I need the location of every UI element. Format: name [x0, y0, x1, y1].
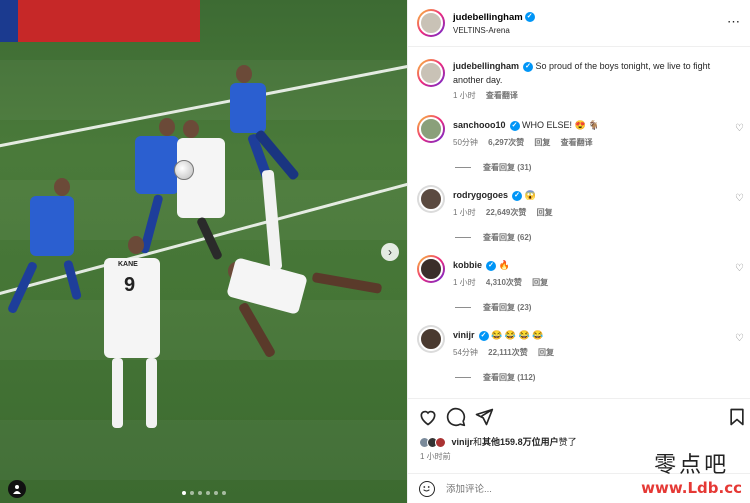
comment-username[interactable]: kobbie: [453, 260, 482, 270]
comment-text: kobbie ✓ 🔥: [453, 258, 728, 272]
view-replies-button[interactable]: 查看回复 (23): [455, 302, 531, 313]
view-replies-label[interactable]: 查看回复 (112): [483, 373, 535, 382]
heart-icon[interactable]: ♡: [735, 334, 745, 344]
emoji-icon[interactable]: [419, 481, 435, 497]
post-photo[interactable]: 9 KANE ›: [0, 0, 407, 503]
translate-link[interactable]: 查看翻译: [561, 138, 593, 147]
verified-icon: ✓: [523, 61, 534, 72]
watermark-line2: www.Ldb.cc: [641, 479, 742, 497]
watermark-line1: 零点吧: [654, 453, 730, 478]
carousel-dot: [222, 491, 226, 495]
comment-meta: 50分钟 6,297次赞 回复 查看翻译: [453, 137, 601, 148]
view-replies-label[interactable]: 查看回复 (31): [483, 163, 531, 172]
liker-avatar: [435, 437, 446, 449]
comment-body: WHO ELSE! 😍 🐐: [522, 120, 600, 130]
view-replies-button[interactable]: 查看回复 (112): [455, 372, 535, 383]
comment-avatar[interactable]: [417, 325, 445, 353]
heart-icon[interactable]: ♡: [735, 194, 745, 204]
comment-text: rodrygogoes ✓ 😱: [453, 188, 728, 202]
comment-avatar[interactable]: [417, 255, 445, 283]
liker-username[interactable]: vinijr: [452, 437, 474, 447]
football: [174, 160, 194, 180]
heart-icon[interactable]: [418, 407, 438, 427]
view-replies-label[interactable]: 查看回复 (23): [483, 303, 531, 312]
comment-username[interactable]: rodrygogoes: [453, 190, 508, 200]
carousel-dot: [182, 491, 186, 495]
view-replies-label[interactable]: 查看回复 (62): [483, 233, 531, 242]
reply-button[interactable]: 回复: [538, 348, 554, 357]
action-bar: [408, 398, 750, 434]
carousel-dot: [190, 491, 194, 495]
author-avatar[interactable]: [417, 9, 445, 37]
author-username[interactable]: judebellingham ✓: [453, 12, 535, 23]
carousel-dot: [214, 491, 218, 495]
reply-button[interactable]: 回复: [532, 278, 548, 287]
verified-icon: ✓: [524, 12, 535, 23]
comment-input[interactable]: [446, 481, 626, 497]
post-header: judebellingham ✓ VELTINS-Arena ⋯: [408, 0, 750, 47]
comment-likes[interactable]: 22,649次赞: [486, 208, 526, 217]
post-location[interactable]: VELTINS-Arena: [453, 26, 510, 35]
caption-translate-link[interactable]: 查看翻译: [486, 91, 518, 100]
comment-likes[interactable]: 22,111次赞: [488, 348, 528, 357]
view-replies-button[interactable]: 查看回复 (31): [455, 162, 531, 173]
post-timestamp: 1 小时前: [420, 452, 451, 461]
share-icon[interactable]: [474, 407, 494, 427]
jersey-name: KANE: [118, 261, 138, 268]
caption-username[interactable]: judebellingham: [453, 61, 519, 71]
heart-icon[interactable]: ♡: [735, 264, 745, 274]
comment-meta: 1 小时 4,310次赞 回复: [453, 277, 556, 288]
reply-button[interactable]: 回复: [537, 208, 553, 217]
comment-likes[interactable]: 4,310次赞: [486, 278, 522, 287]
comment-likes[interactable]: 6,297次赞: [488, 138, 524, 147]
comment-username[interactable]: vinijr: [453, 330, 475, 340]
ad-board: [0, 0, 200, 42]
comment-avatar[interactable]: [417, 115, 445, 143]
comment-username[interactable]: sanchooo10: [453, 120, 506, 130]
liked-connector: 和: [473, 437, 483, 447]
bookmark-icon[interactable]: [727, 407, 747, 427]
more-icon[interactable]: ⋯: [727, 14, 741, 30]
user-tag-icon[interactable]: [8, 480, 26, 498]
grass-band: [0, 60, 407, 120]
heart-icon[interactable]: ♡: [735, 124, 745, 134]
liked-others[interactable]: 其他159.8万位用户: [482, 437, 559, 447]
comment-text: vinijr ✓ 😂 😂 😂 😂: [453, 328, 728, 342]
view-replies-button[interactable]: 查看回复 (62): [455, 232, 531, 243]
verified-icon: ✓: [478, 330, 489, 341]
comment-time: 1 小时: [453, 208, 476, 217]
comment-meta: 1 小时 22,649次赞 回复: [453, 207, 561, 218]
comment-time: 50分钟: [453, 138, 478, 147]
verified-icon: ✓: [486, 260, 497, 271]
comment-body: 😂 😂 😂 😂: [491, 330, 544, 340]
comment-time: 1 小时: [453, 278, 476, 287]
grass-band: [0, 420, 407, 480]
comment-time: 54分钟: [453, 348, 478, 357]
comment-body: 🔥: [498, 260, 510, 270]
post-panel: judebellingham ✓ VELTINS-Arena ⋯ judebell…: [407, 0, 750, 503]
comment-icon[interactable]: [446, 407, 466, 427]
verified-icon: ✓: [512, 190, 523, 201]
liked-by[interactable]: vinijr和其他159.8万位用户赞了: [419, 435, 577, 449]
comment-body: 😱: [524, 190, 536, 200]
caption-meta: 1 小时 查看翻译: [453, 90, 526, 101]
caption-text: judebellingham ✓ So proud of the boys ton…: [453, 59, 728, 87]
liked-suffix: 赞了: [558, 437, 577, 447]
verified-icon: ✓: [509, 120, 520, 131]
chevron-right-icon[interactable]: ›: [381, 243, 399, 261]
reply-button[interactable]: 回复: [534, 138, 550, 147]
comment-text: sanchooo10 ✓ WHO ELSE! 😍 🐐: [453, 118, 728, 132]
caption-time: 1 小时: [453, 91, 476, 100]
author-username-text[interactable]: judebellingham: [453, 12, 523, 23]
caption-avatar[interactable]: [417, 59, 445, 87]
comment-meta: 54分钟 22,111次赞 回复: [453, 347, 562, 358]
watermark-logo: 零点吧 www.Ldb.cc: [641, 453, 742, 497]
carousel-dots: [182, 491, 226, 495]
comment-avatar[interactable]: [417, 185, 445, 213]
jersey-number: 9: [124, 274, 136, 296]
carousel-dot: [198, 491, 202, 495]
grass-band: [0, 300, 407, 360]
carousel-dot: [206, 491, 210, 495]
